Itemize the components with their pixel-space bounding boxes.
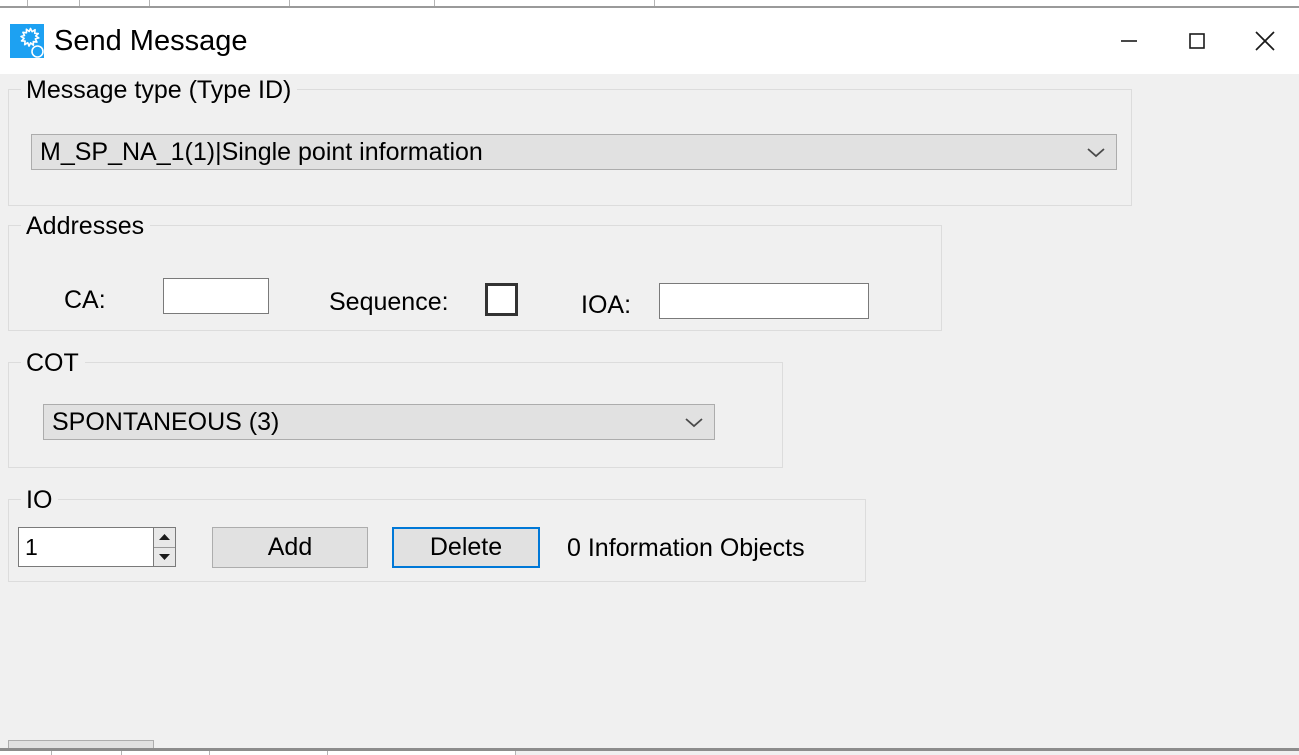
sequence-label: Sequence: <box>329 288 449 317</box>
ca-label: CA: <box>64 286 106 315</box>
close-button[interactable] <box>1231 8 1299 74</box>
io-group-title: IO <box>21 485 58 515</box>
cot-group-title: COT <box>21 348 85 378</box>
addresses-group: Addresses CA: Sequence: IOA: <box>8 225 942 331</box>
io-count-input[interactable] <box>19 528 153 566</box>
close-icon <box>1252 28 1278 54</box>
caret-down-icon <box>158 553 171 561</box>
delete-button[interactable]: Delete <box>392 527 540 568</box>
message-type-value: M_SP_NA_1(1)|Single point information <box>32 138 1076 167</box>
send-message-window: Send Message <box>0 8 1299 744</box>
chevron-down-icon <box>1076 145 1116 159</box>
window-title: Send Message <box>54 25 247 58</box>
message-type-combobox[interactable]: M_SP_NA_1(1)|Single point information <box>31 134 1117 170</box>
stepper-down-button[interactable] <box>154 548 175 567</box>
information-objects-count: 0 Information Objects <box>567 534 805 563</box>
caption-button-group <box>1095 8 1299 74</box>
gear-icon <box>10 24 44 58</box>
ioa-label: IOA: <box>581 291 631 320</box>
message-type-group: Message type (Type ID) M_SP_NA_1(1)|Sing… <box>8 89 1132 206</box>
background-bottom-cell <box>122 751 210 755</box>
stepper-up-button[interactable] <box>154 528 175 548</box>
sequence-checkbox[interactable] <box>485 283 518 316</box>
maximize-button[interactable] <box>1163 8 1231 74</box>
minimize-button[interactable] <box>1095 8 1163 74</box>
background-window-bottom-cells <box>0 751 516 755</box>
io-count-stepper[interactable] <box>18 527 176 567</box>
addresses-group-title: Addresses <box>21 211 150 241</box>
cot-value: SPONTANEOUS (3) <box>44 408 674 437</box>
message-type-group-title: Message type (Type ID) <box>21 75 297 105</box>
title-bar[interactable]: Send Message <box>0 8 1299 74</box>
background-bottom-cell <box>210 751 328 755</box>
ioa-input[interactable] <box>659 283 869 319</box>
stepper-buttons <box>153 528 175 566</box>
chevron-down-icon <box>674 415 714 429</box>
background-bottom-cell <box>52 751 122 755</box>
background-bottom-cell <box>0 751 52 755</box>
ca-input[interactable] <box>163 278 269 314</box>
minimize-icon <box>1118 30 1140 52</box>
io-group: IO <box>8 499 866 582</box>
caret-up-icon <box>158 533 171 541</box>
cot-combobox[interactable]: SPONTANEOUS (3) <box>43 404 715 440</box>
maximize-icon <box>1186 30 1208 52</box>
dialog-body: Message type (Type ID) M_SP_NA_1(1)|Sing… <box>0 74 1299 744</box>
background-bottom-cell <box>328 751 516 755</box>
screen: Send Message <box>0 0 1299 755</box>
add-button[interactable]: Add <box>212 527 368 568</box>
cot-group: COT SPONTANEOUS (3) <box>8 362 783 468</box>
